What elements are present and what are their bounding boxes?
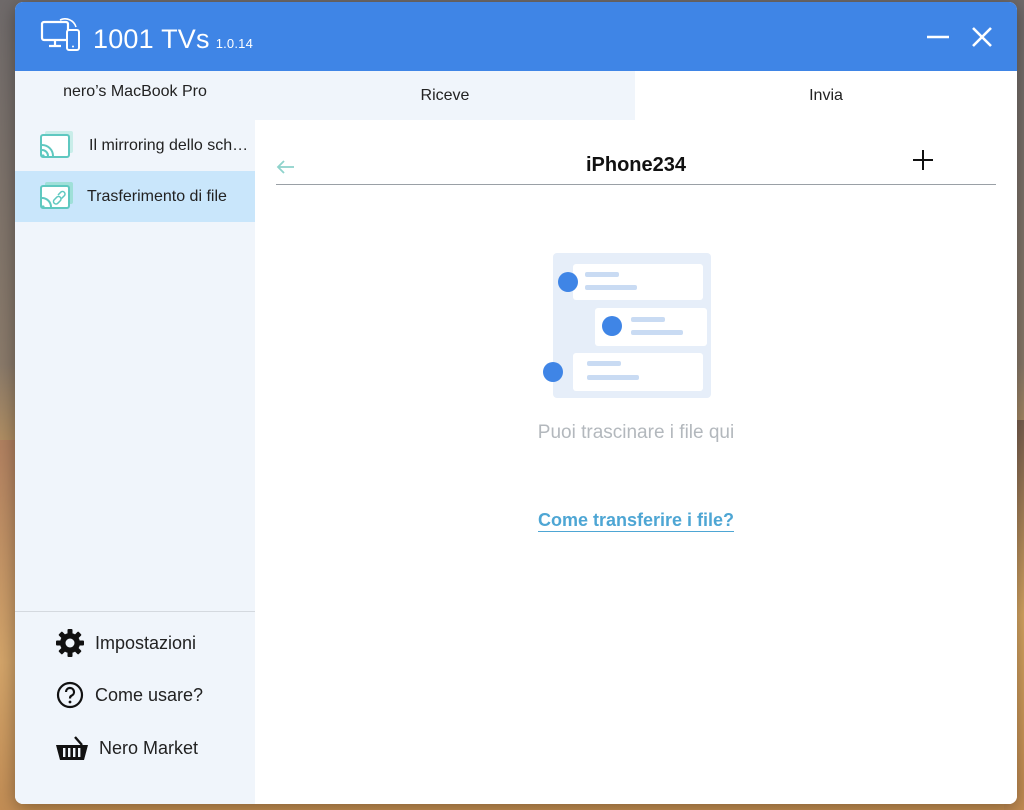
app-logo-icon — [40, 18, 80, 51]
minimize-button[interactable] — [923, 22, 953, 52]
close-button[interactable] — [967, 22, 997, 52]
tab-bar: Riceve Invia — [255, 71, 1017, 120]
sidebar-divider — [15, 611, 255, 612]
app-title: 1001 TVs 1.0.14 — [93, 24, 253, 55]
target-device-title: iPhone234 — [585, 154, 687, 176]
nero-market-label: Nero Market — [99, 737, 199, 758]
empty-file-list-illustration — [543, 253, 711, 398]
how-to-use-button[interactable]: Come usare? — [55, 679, 203, 711]
basket-icon — [56, 736, 88, 760]
gear-icon — [56, 629, 84, 657]
nero-market-button[interactable]: Nero Market — [55, 732, 198, 764]
sidebar-item-label: Trasferimento di file — [87, 187, 227, 205]
help-link-container: Come transferire i file? — [255, 510, 1017, 532]
app-version-text: 1.0.14 — [215, 36, 254, 51]
settings-button[interactable]: Impostazioni — [55, 627, 196, 659]
sidebar-item-screen-mirroring[interactable]: Il mirroring dello schermo — [15, 120, 255, 171]
tab-riceve[interactable]: Riceve — [255, 71, 635, 120]
tab-invia[interactable]: Invia — [635, 71, 1017, 120]
app-window: 1001 TVs 1.0.14 nero’s MacBook Pro Il mir… — [15, 2, 1017, 804]
sidebar-item-label: Il mirroring dello schermo — [89, 136, 255, 154]
how-to-use-label: Come usare? — [95, 684, 204, 705]
sidebar-item-file-transfer[interactable]: Trasferimento di file — [15, 171, 255, 222]
send-panel: iPhone234 Puoi trascinare i file qui Com… — [255, 120, 1017, 804]
add-file-button[interactable] — [911, 148, 935, 172]
app-name-text: 1001 TVs — [93, 24, 210, 54]
settings-label: Impostazioni — [95, 632, 197, 653]
drop-files-hint: Puoi trascinare i file qui — [537, 422, 735, 443]
how-to-transfer-link[interactable]: Come transferire i file? — [537, 510, 735, 532]
local-device-name: nero’s MacBook Pro — [63, 83, 207, 100]
sidebar: nero’s MacBook Pro Il mirroring dello sc… — [15, 71, 255, 804]
help-circle-icon — [56, 681, 84, 709]
cast-screen-icon — [40, 130, 73, 158]
title-bar[interactable]: 1001 TVs 1.0.14 — [15, 2, 1017, 71]
file-transfer-icon — [40, 181, 73, 209]
header-divider — [276, 184, 996, 185]
